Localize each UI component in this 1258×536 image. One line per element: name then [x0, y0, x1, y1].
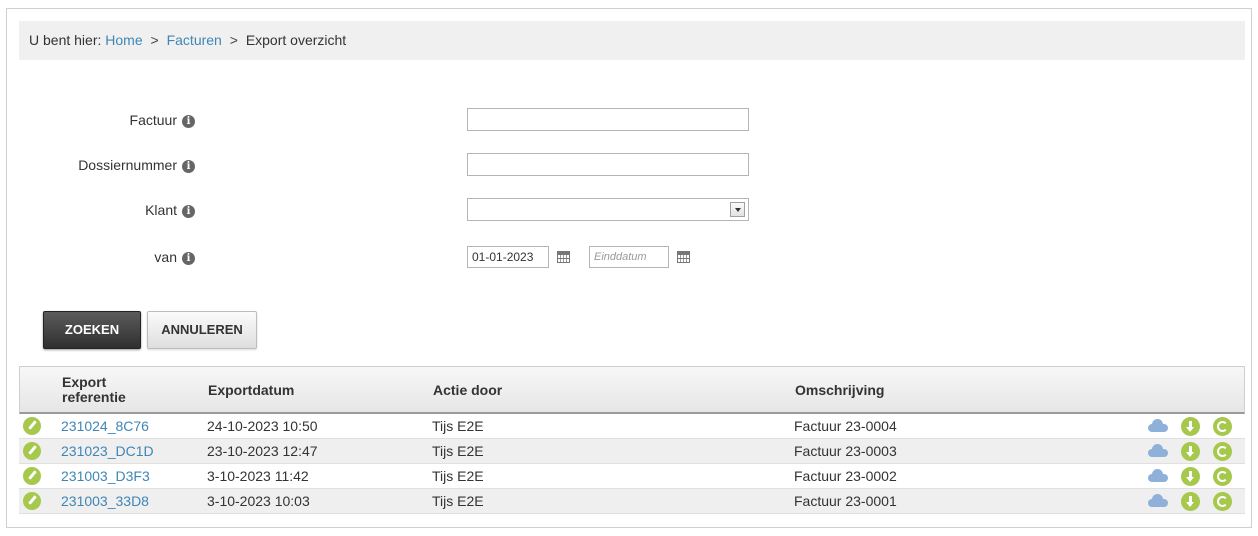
- klant-label: Klant i: [145, 198, 195, 222]
- action-user: Tijs E2E: [432, 418, 484, 434]
- export-date: 3-10-2023 11:42: [207, 468, 309, 484]
- breadcrumb-current: Export overzicht: [245, 32, 347, 48]
- description: Factuur 23-0003: [794, 443, 897, 459]
- column-header-omschrijving[interactable]: Omschrijving: [795, 367, 884, 413]
- breadcrumb: U bent hier: Home > Facturen > Export ov…: [19, 21, 1245, 60]
- klant-select[interactable]: [467, 198, 749, 221]
- refresh-icon[interactable]: [1213, 467, 1232, 486]
- breadcrumb-separator: >: [150, 32, 159, 48]
- search-button[interactable]: ZOEKEN: [43, 311, 141, 349]
- start-date-input[interactable]: 01-01-2023: [467, 246, 549, 268]
- column-header-actie-door[interactable]: Actie door: [433, 367, 502, 413]
- info-icon[interactable]: i: [182, 160, 195, 173]
- column-header-line: referentie: [62, 389, 126, 405]
- export-reference-link[interactable]: 231003_33D8: [61, 489, 149, 514]
- download-icon[interactable]: [1181, 467, 1200, 486]
- description: Factuur 23-0004: [794, 418, 897, 434]
- klant-label-text: Klant: [145, 202, 177, 218]
- dossier-row: Dossiernummer i: [7, 153, 1007, 177]
- column-header-exportdatum[interactable]: Exportdatum: [208, 367, 294, 413]
- download-icon[interactable]: [1181, 417, 1200, 436]
- breadcrumb-home-link[interactable]: Home: [105, 32, 142, 48]
- factuur-input[interactable]: [467, 108, 749, 131]
- calendar-icon[interactable]: [677, 251, 690, 263]
- van-label: van i: [154, 245, 195, 269]
- factuur-row: Factuur i: [7, 108, 1007, 132]
- table-row: 231024_8C76 24-10-2023 10:50 Tijs E2E Fa…: [19, 414, 1245, 439]
- download-icon[interactable]: [1181, 492, 1200, 511]
- dossier-label-text: Dossiernummer: [78, 157, 177, 173]
- action-user: Tijs E2E: [432, 468, 484, 484]
- chevron-down-icon[interactable]: [730, 202, 745, 217]
- dossier-label: Dossiernummer i: [78, 153, 195, 177]
- dossiernummer-input[interactable]: [467, 153, 749, 176]
- breadcrumb-facturen-link[interactable]: Facturen: [167, 32, 222, 48]
- pencil-icon[interactable]: [23, 442, 41, 460]
- action-user: Tijs E2E: [432, 493, 484, 509]
- factuur-label: Factuur i: [130, 108, 195, 132]
- description: Factuur 23-0002: [794, 468, 897, 484]
- cancel-button[interactable]: ANNULEREN: [147, 311, 257, 349]
- download-icon[interactable]: [1181, 442, 1200, 461]
- van-label-text: van: [154, 249, 177, 265]
- info-icon[interactable]: i: [182, 205, 195, 218]
- factuur-label-text: Factuur: [129, 112, 177, 128]
- column-header-line: Export: [62, 374, 107, 390]
- export-reference-link[interactable]: 231003_D3F3: [61, 464, 150, 489]
- date-range-row: van i 01-01-2023 Einddatum: [7, 245, 1007, 269]
- cloud-icon[interactable]: [1148, 469, 1168, 482]
- cloud-icon[interactable]: [1148, 419, 1168, 432]
- export-reference-link[interactable]: 231024_8C76: [61, 414, 149, 439]
- pencil-icon[interactable]: [23, 492, 41, 510]
- export-date: 23-10-2023 12:47: [207, 443, 318, 459]
- refresh-icon[interactable]: [1213, 417, 1232, 436]
- export-date: 3-10-2023 10:03: [207, 493, 310, 509]
- column-header-export-reference[interactable]: Export referentie: [62, 367, 126, 413]
- breadcrumb-separator: >: [229, 32, 238, 48]
- action-user: Tijs E2E: [432, 443, 484, 459]
- export-date: 24-10-2023 10:50: [207, 418, 318, 434]
- end-date-input[interactable]: Einddatum: [589, 246, 669, 268]
- export-reference-link[interactable]: 231023_DC1D: [61, 439, 154, 464]
- breadcrumb-prefix: U bent hier:: [29, 32, 102, 48]
- table-row: 231003_D3F3 3-10-2023 11:42 Tijs E2E Fac…: [19, 464, 1245, 489]
- calendar-icon[interactable]: [557, 251, 570, 263]
- table-row: 231003_33D8 3-10-2023 10:03 Tijs E2E Fac…: [19, 489, 1245, 514]
- export-table: Export referentie Exportdatum Actie door…: [19, 366, 1245, 514]
- table-header: Export referentie Exportdatum Actie door…: [19, 366, 1245, 414]
- klant-row: Klant i: [7, 198, 1007, 222]
- refresh-icon[interactable]: [1213, 442, 1232, 461]
- cloud-icon[interactable]: [1148, 444, 1168, 457]
- pencil-icon[interactable]: [23, 467, 41, 485]
- pencil-icon[interactable]: [23, 417, 41, 435]
- table-row: 231023_DC1D 23-10-2023 12:47 Tijs E2E Fa…: [19, 439, 1245, 464]
- info-icon[interactable]: i: [182, 115, 195, 128]
- main-panel: U bent hier: Home > Facturen > Export ov…: [6, 8, 1252, 528]
- info-icon[interactable]: i: [182, 252, 195, 265]
- description: Factuur 23-0001: [794, 493, 897, 509]
- refresh-icon[interactable]: [1213, 492, 1232, 511]
- cloud-icon[interactable]: [1148, 494, 1168, 507]
